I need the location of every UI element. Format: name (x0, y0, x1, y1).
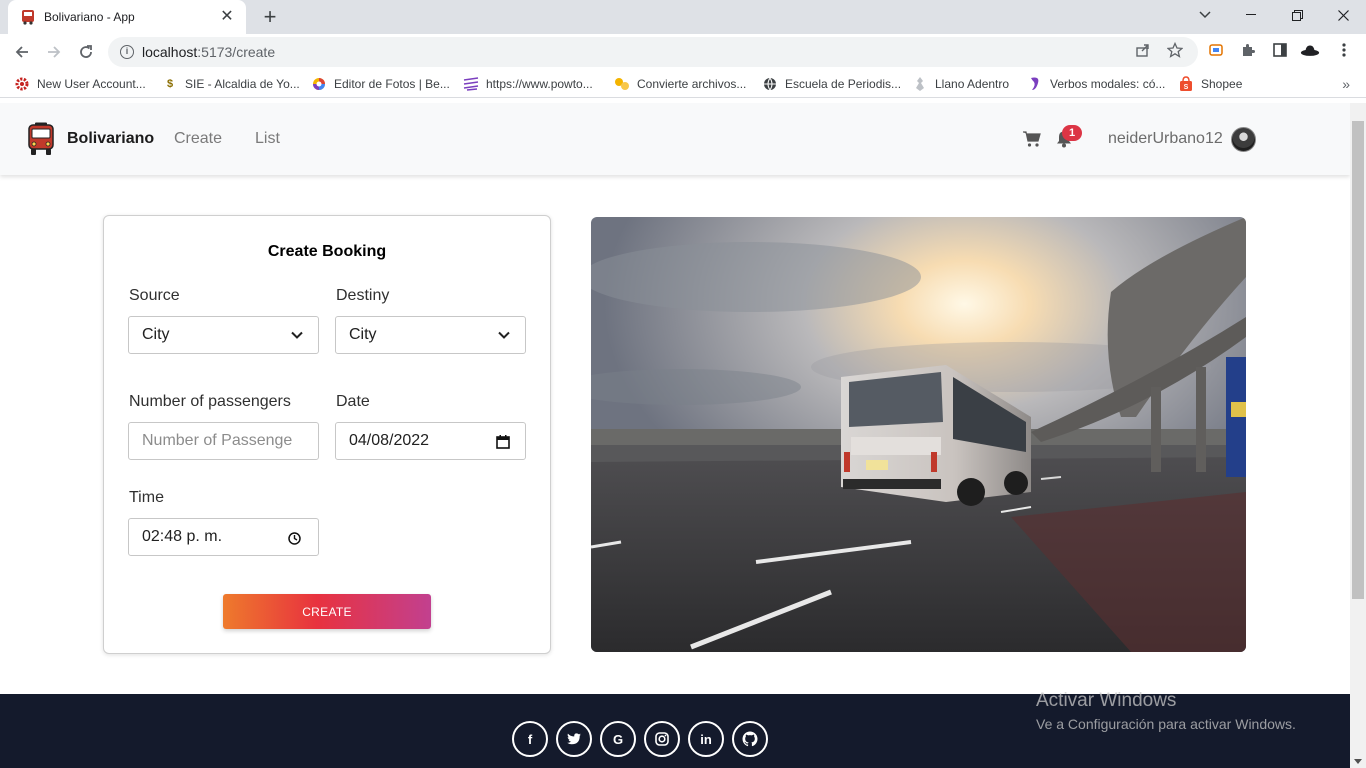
form-title: Create Booking (267, 243, 387, 260)
bus-photo (591, 217, 1246, 652)
close-window-button[interactable] (1320, 0, 1366, 30)
destiny-value: City (349, 326, 377, 343)
address-url: localhost:5173/create (142, 44, 276, 60)
cart-icon[interactable] (1022, 130, 1042, 148)
llano-icon (912, 76, 928, 92)
browser-toolbar: i localhost:5173/create (0, 34, 1366, 70)
bookmark-star-icon[interactable] (1166, 41, 1184, 59)
color-wheel-icon (311, 76, 327, 92)
create-button[interactable]: CREATE (223, 594, 431, 629)
username[interactable]: neiderUrbano12 (1108, 130, 1223, 148)
nav-link-create[interactable]: Create (174, 130, 222, 148)
clock-icon[interactable] (288, 532, 301, 545)
bookmark-item[interactable]: Llano Adentro (912, 75, 1009, 93)
close-tab-icon[interactable]: ✕ (218, 8, 236, 26)
bookmark-item[interactable]: Verbos modales: có... (1027, 75, 1165, 93)
source-select[interactable]: City (128, 316, 319, 354)
passengers-label: Number of passengers (129, 393, 291, 410)
back-arrow-icon[interactable] (10, 40, 34, 64)
bookmark-item[interactable]: Convierte archivos... (614, 75, 746, 93)
gear-icon (14, 76, 30, 92)
notification-badge: 1 (1062, 125, 1082, 141)
page-viewport: Bolivariano Create List 1 neiderUrbano12… (0, 103, 1350, 768)
brand[interactable]: Bolivariano (26, 121, 154, 157)
chevron-down-icon (291, 331, 303, 339)
bookmark-item[interactable]: Escuela de Periodis... (762, 75, 901, 93)
share-icon[interactable] (1134, 41, 1152, 59)
new-tab-button[interactable]: + (258, 6, 282, 30)
date-label: Date (336, 393, 370, 410)
destiny-label: Destiny (336, 287, 390, 304)
time-input[interactable]: 02:48 p. m. (128, 518, 319, 556)
source-label: Source (129, 287, 180, 304)
side-panel-icon[interactable] (1270, 40, 1290, 60)
tab-title: Bolivariano - App (44, 10, 135, 24)
facebook-icon[interactable]: f (512, 721, 548, 757)
cast-extension-icon[interactable] (1206, 40, 1226, 60)
source-value: City (142, 326, 170, 343)
powtoon-icon (463, 76, 479, 92)
shopee-icon: S (1178, 76, 1194, 92)
date-value: 04/08/2022 (349, 432, 430, 449)
bookmark-item[interactable]: New User Account... (14, 75, 146, 93)
google-icon[interactable]: G (600, 721, 636, 757)
bookmarks-bar: New User Account... $ SIE - Alcaldia de … (0, 70, 1366, 98)
windows-activation-subtitle: Ve a Configuración para activar Windows. (1036, 716, 1296, 732)
extensions-puzzle-icon[interactable] (1238, 40, 1258, 60)
bookmark-item[interactable]: https://www.powto... (463, 75, 593, 93)
scroll-down-arrow-icon[interactable] (1354, 759, 1362, 764)
instagram-icon[interactable] (644, 721, 680, 757)
tab-search-icon[interactable] (1182, 0, 1228, 30)
minimize-window-button[interactable] (1228, 0, 1274, 30)
more-bookmarks-icon[interactable]: » (1342, 76, 1350, 92)
forward-arrow-icon[interactable] (42, 40, 66, 64)
bus-favicon-icon (20, 9, 36, 25)
passengers-placeholder: Number of Passenge (142, 432, 293, 449)
github-icon[interactable] (732, 721, 768, 757)
twitter-icon[interactable] (556, 721, 592, 757)
passengers-input[interactable]: Number of Passenge (128, 422, 319, 460)
brand-name: Bolivariano (67, 130, 155, 147)
bookmark-item[interactable]: $ SIE - Alcaldia de Yo... (162, 75, 300, 93)
verbos-icon (1027, 76, 1043, 92)
bookmark-item[interactable]: S Shopee (1178, 75, 1242, 93)
restore-window-button[interactable] (1274, 0, 1320, 30)
time-value: 02:48 p. m. (142, 528, 223, 545)
browser-tab-active[interactable]: Bolivariano - App ✕ (8, 0, 246, 34)
scrollbar-thumb[interactable] (1352, 121, 1364, 599)
nav-link-list[interactable]: List (255, 130, 280, 148)
reload-icon[interactable] (74, 40, 98, 64)
s-icon: $ (166, 78, 174, 90)
bus-logo-icon (28, 122, 54, 155)
browser-tab-strip: Bolivariano - App ✕ + (0, 0, 1366, 34)
destiny-select[interactable]: City (335, 316, 526, 354)
svg-text:S: S (1184, 84, 1189, 91)
create-booking-card: Create Booking Source City Destiny City … (103, 215, 551, 654)
date-input[interactable]: 04/08/2022 (335, 422, 526, 460)
avatar[interactable] (1231, 127, 1256, 152)
browser-menu-icon[interactable] (1334, 40, 1354, 60)
page-scrollbar[interactable] (1350, 103, 1366, 768)
app-navbar: Bolivariano Create List 1 neiderUrbano12 (0, 103, 1350, 175)
convert-icon (614, 76, 630, 92)
chevron-down-icon (498, 331, 510, 339)
calendar-icon[interactable] (496, 435, 510, 449)
site-info-icon[interactable]: i (120, 45, 134, 59)
profile-hat-icon[interactable] (1300, 40, 1320, 60)
address-bar[interactable]: i localhost:5173/create (108, 37, 1198, 67)
globe-icon (762, 76, 778, 92)
time-label: Time (129, 489, 164, 506)
linkedin-icon[interactable]: in (688, 721, 724, 757)
bookmark-item[interactable]: Editor de Fotos | Be... (311, 75, 450, 93)
windows-activation-title: Activar Windows (1036, 690, 1177, 711)
